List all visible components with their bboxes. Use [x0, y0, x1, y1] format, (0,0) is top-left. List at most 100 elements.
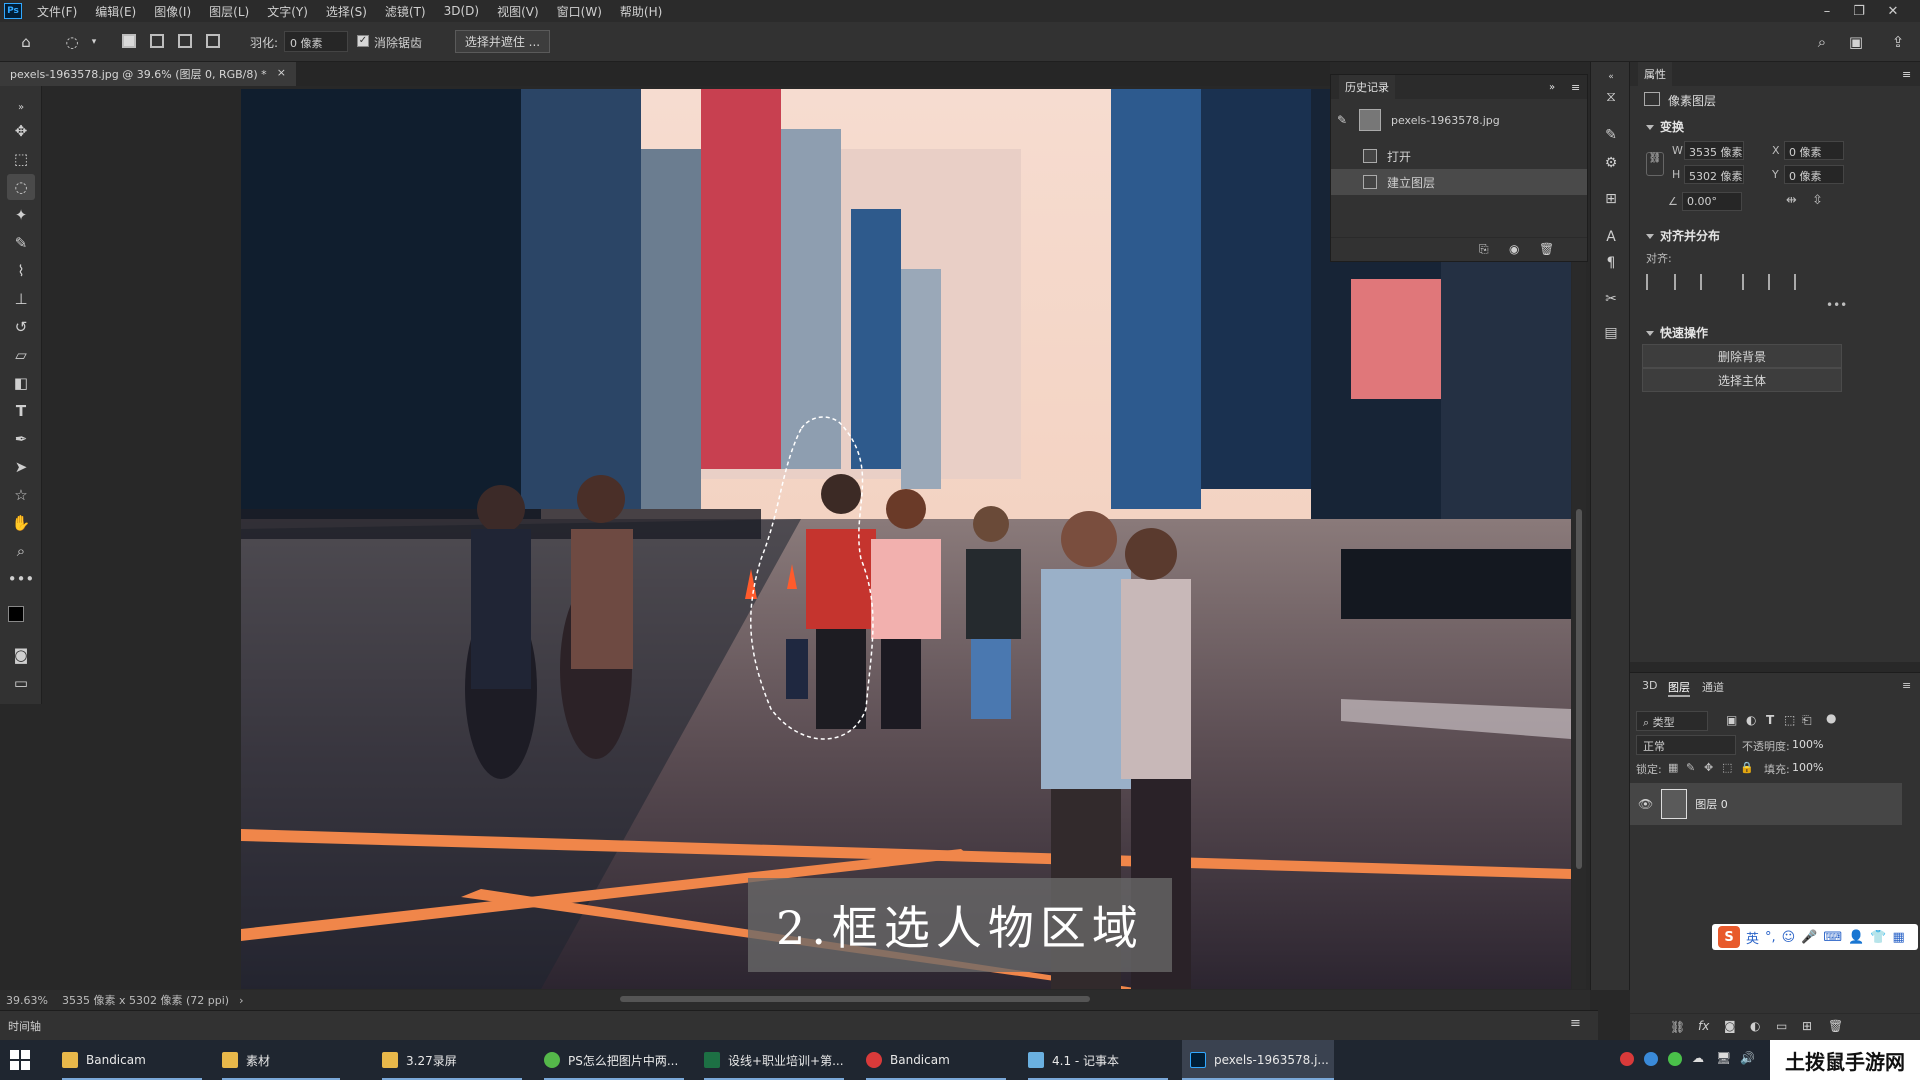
brush-source-icon[interactable]: ✎: [1337, 113, 1351, 127]
more-tools-icon[interactable]: •••: [7, 566, 35, 592]
subtract-selection-icon[interactable]: [178, 34, 192, 48]
panel-menu-icon[interactable]: ≡: [1902, 68, 1911, 81]
lock-transparent-icon[interactable]: ▦: [1668, 761, 1678, 774]
new-selection-icon[interactable]: [122, 34, 136, 48]
pixel-filter-icon[interactable]: ▣: [1726, 713, 1737, 727]
feather-input[interactable]: 0 像素: [284, 31, 348, 52]
align-center-icon[interactable]: [1674, 274, 1690, 290]
menu-filter[interactable]: 滤镜(T): [376, 3, 435, 20]
tools-preset-icon[interactable]: ✂: [1600, 288, 1622, 310]
taskbar-app-bandicam[interactable]: Bandicam: [866, 1040, 1006, 1080]
opacity-value[interactable]: 100%: [1792, 738, 1823, 751]
panel-menu-icon[interactable]: ≡: [1902, 679, 1911, 692]
flip-vertical-icon[interactable]: ⇳: [1812, 193, 1823, 208]
gradient-tool-icon[interactable]: ◧: [7, 370, 35, 396]
taskbar-app-notepad[interactable]: 4.1 - 记事本: [1028, 1040, 1168, 1080]
eye-icon[interactable]: 👁: [1638, 797, 1653, 811]
link-icon[interactable]: ⛓: [1646, 152, 1664, 176]
align-middle-icon[interactable]: [1768, 274, 1784, 290]
select-and-mask-button[interactable]: 选择并遮住 ...: [455, 30, 550, 53]
minimize-icon[interactable]: –: [1812, 0, 1842, 22]
history-step-new-layer[interactable]: 建立图层: [1331, 169, 1587, 195]
menu-view[interactable]: 视图(V): [488, 3, 548, 20]
move-tool-icon[interactable]: ✥: [7, 118, 35, 144]
workspace-icon[interactable]: ▣: [1846, 32, 1866, 52]
type-tool-icon[interactable]: T: [7, 398, 35, 424]
smart-object-filter-icon[interactable]: ⎗: [1802, 713, 1812, 728]
share-icon[interactable]: ⇪: [1888, 32, 1908, 52]
height-field[interactable]: 5302 像素: [1684, 165, 1744, 184]
hand-tool-icon[interactable]: ✋: [7, 510, 35, 536]
tray-wechat-icon[interactable]: [1668, 1052, 1682, 1066]
ime-mode-label[interactable]: 英: [1746, 928, 1759, 947]
taskbar-app-bandicam-folder[interactable]: Bandicam: [62, 1040, 202, 1080]
menu-help[interactable]: 帮助(H): [611, 3, 671, 20]
type-filter-icon[interactable]: T: [1766, 713, 1774, 727]
screen-mode-icon[interactable]: ▭: [7, 670, 35, 696]
blend-mode-dropdown[interactable]: 正常: [1636, 735, 1736, 755]
layer-row[interactable]: 👁 图层 0: [1630, 783, 1902, 825]
remove-background-button[interactable]: 删除背景: [1642, 344, 1842, 368]
character-icon[interactable]: A: [1600, 226, 1622, 248]
paragraph-icon[interactable]: ¶: [1600, 252, 1622, 274]
microphone-icon[interactable]: 🎤: [1801, 930, 1817, 945]
history-snapshot[interactable]: ✎ pexels-1963578.jpg: [1331, 103, 1587, 137]
status-menu-icon[interactable]: ›: [239, 994, 243, 1007]
collapse-panel-icon[interactable]: »: [1549, 82, 1555, 93]
sogou-icon[interactable]: S: [1718, 926, 1740, 948]
menu-edit[interactable]: 编辑(E): [86, 3, 145, 20]
emoji-icon[interactable]: ☺: [1782, 930, 1796, 945]
collapse-icon[interactable]: »: [7, 94, 35, 120]
link-layers-icon[interactable]: ⛓: [1670, 1020, 1685, 1034]
trash-icon[interactable]: 🗑: [1828, 1019, 1843, 1033]
tab-layers[interactable]: 图层: [1668, 679, 1690, 697]
lasso-tool-icon[interactable]: ◌: [7, 174, 35, 200]
x-field[interactable]: 0 像素: [1784, 141, 1844, 160]
document-tab-close-icon[interactable]: ×: [277, 66, 286, 82]
zoom-tool-icon[interactable]: ⌕: [7, 538, 35, 564]
align-right-icon[interactable]: [1700, 274, 1716, 290]
timeline-menu-icon[interactable]: ≡: [1570, 1016, 1581, 1031]
stamp-tool-icon[interactable]: ⊥: [7, 286, 35, 312]
layer-name[interactable]: 图层 0: [1695, 796, 1728, 812]
brush-tool-icon[interactable]: ⌇: [7, 258, 35, 284]
taskbar-app-materials[interactable]: 素材: [222, 1040, 340, 1080]
quick-mask-icon[interactable]: ◙: [7, 642, 35, 668]
filter-toggle-icon[interactable]: ●: [1826, 711, 1836, 725]
camera-icon[interactable]: ◉: [1509, 242, 1519, 256]
taskbar-app-photoshop[interactable]: pexels-1963578.j...: [1182, 1040, 1334, 1080]
new-group-icon[interactable]: ▭: [1776, 1019, 1787, 1033]
transform-section-title[interactable]: 变换: [1646, 118, 1684, 135]
flip-horizontal-icon[interactable]: ⇹: [1786, 193, 1797, 208]
adjustments-icon[interactable]: ⚙: [1600, 152, 1622, 174]
search-icon[interactable]: ⌕: [1812, 32, 1832, 52]
shape-filter-icon[interactable]: ⬚: [1784, 713, 1795, 727]
foreground-color-swatch[interactable]: [8, 606, 24, 622]
restore-icon[interactable]: ❐: [1844, 0, 1874, 22]
close-icon[interactable]: ✕: [1878, 0, 1908, 22]
horizontal-scrollbar-thumb[interactable]: [620, 996, 1090, 1002]
lock-artboard-icon[interactable]: ⬚: [1722, 761, 1732, 774]
chevron-down-icon[interactable]: ▾: [84, 32, 104, 52]
shape-tool-icon[interactable]: ☆: [7, 482, 35, 508]
taskbar-app-recording-folder[interactable]: 3.27录屏: [382, 1040, 522, 1080]
quick-actions-title[interactable]: 快速操作: [1646, 324, 1708, 341]
magic-wand-tool-icon[interactable]: ✦: [7, 202, 35, 228]
add-selection-icon[interactable]: [150, 34, 164, 48]
trash-icon[interactable]: 🗑: [1539, 242, 1554, 256]
fx-icon[interactable]: fx: [1698, 1019, 1709, 1033]
properties-tab[interactable]: 属性: [1638, 62, 1672, 86]
new-document-from-state-icon[interactable]: ⎘: [1479, 242, 1489, 257]
eraser-tool-icon[interactable]: ▱: [7, 342, 35, 368]
document-tab[interactable]: pexels-1963578.jpg @ 39.6% (图层 0, RGB/8)…: [0, 62, 296, 86]
add-mask-icon[interactable]: ◙: [1724, 1019, 1736, 1033]
timeline-label[interactable]: 时间轴: [8, 1018, 41, 1034]
angle-field[interactable]: 0.00°: [1682, 192, 1742, 211]
clone-source-icon[interactable]: ▤: [1600, 322, 1622, 344]
user-icon[interactable]: 👤: [1848, 930, 1864, 945]
menu-type[interactable]: 文字(Y): [258, 3, 317, 20]
align-top-icon[interactable]: [1742, 274, 1758, 290]
history-tab[interactable]: 历史记录: [1339, 75, 1395, 99]
eyedropper-tool-icon[interactable]: ✎: [7, 230, 35, 256]
lock-position-icon[interactable]: ✥: [1704, 761, 1713, 774]
